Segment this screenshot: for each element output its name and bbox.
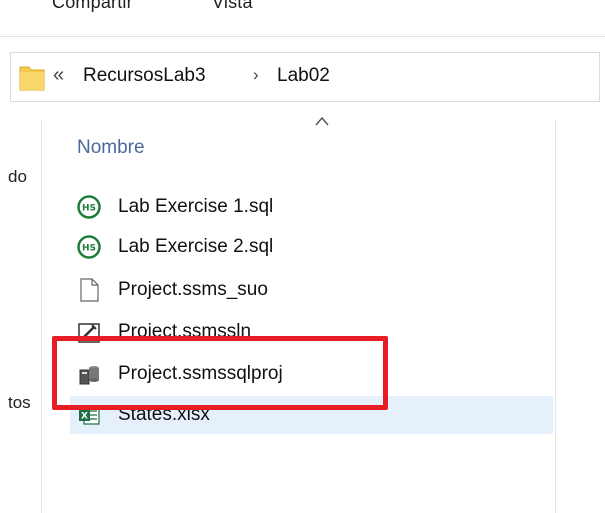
blank-file-icon [80, 278, 99, 302]
breadcrumb-overflow-button[interactable]: « [53, 64, 64, 87]
annotation-highlight-box [52, 336, 388, 410]
tab-share[interactable]: Compartir [52, 0, 133, 13]
address-bar[interactable]: « RecursosLab3 › Lab02 [10, 52, 600, 102]
svg-text:HS: HS [82, 204, 96, 214]
file-explorer-window: Compartir Vista « RecursosLab3 › Lab02 d… [0, 0, 605, 513]
file-row[interactable]: HS Lab Exercise 1.sql [70, 188, 553, 226]
column-header-name[interactable]: Nombre [77, 137, 145, 159]
file-row[interactable]: Project.ssms_suo [70, 271, 553, 309]
folder-icon [19, 66, 45, 91]
file-name: Lab Exercise 2.sql [118, 236, 274, 257]
ssms-sql-file-icon: HS [77, 235, 101, 259]
breadcrumb-item-recursoslab3[interactable]: RecursosLab3 [83, 65, 206, 87]
breadcrumb-separator-chevron-icon[interactable]: › [253, 65, 259, 85]
file-row[interactable]: HS Lab Exercise 2.sql [70, 228, 553, 266]
ribbon-divider [0, 36, 605, 37]
breadcrumb-item-lab02[interactable]: Lab02 [277, 65, 330, 87]
nav-item-fragment[interactable]: tos [8, 393, 31, 413]
file-name: Lab Exercise 1.sql [118, 196, 274, 217]
svg-text:X: X [81, 412, 88, 422]
svg-text:HS: HS [82, 244, 96, 254]
nav-item-fragment[interactable]: do [8, 167, 27, 187]
file-name: Project.ssms_suo [118, 279, 268, 300]
sort-ascending-icon [315, 116, 329, 126]
tab-view[interactable]: Vista [212, 0, 253, 13]
ssms-sql-file-icon: HS [77, 195, 101, 219]
